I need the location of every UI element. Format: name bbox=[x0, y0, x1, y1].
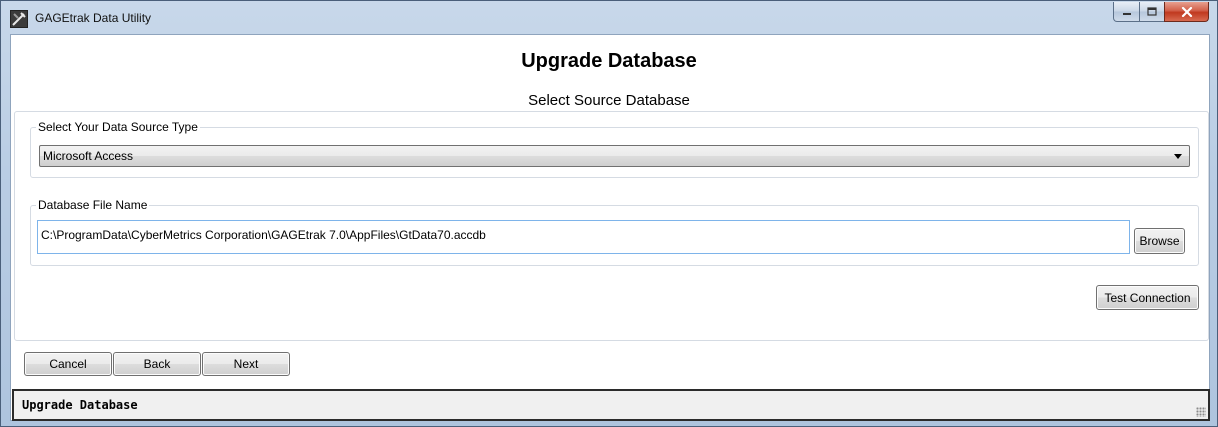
close-button[interactable] bbox=[1164, 2, 1209, 22]
app-tool-icon[interactable] bbox=[10, 10, 28, 28]
resize-grip-icon[interactable] bbox=[1196, 407, 1206, 417]
database-file-legend: Database File Name bbox=[38, 198, 148, 212]
data-source-type-select[interactable]: Microsoft Access bbox=[39, 145, 1190, 167]
chevron-down-icon bbox=[1174, 154, 1182, 159]
status-text: Upgrade Database bbox=[22, 398, 138, 412]
source-type-legend: Select Your Data Source Type bbox=[38, 120, 198, 134]
database-file-value: C:\ProgramData\CyberMetrics Corporation\… bbox=[41, 228, 486, 242]
maximize-icon bbox=[1147, 7, 1157, 16]
cancel-button[interactable]: Cancel bbox=[24, 352, 112, 376]
page-title: Upgrade Database bbox=[521, 50, 697, 72]
test-connection-button[interactable]: Test Connection bbox=[1096, 285, 1199, 310]
window-title: GAGEtrak Data Utility bbox=[35, 11, 152, 25]
database-file-field[interactable]: C:\ProgramData\CyberMetrics Corporation\… bbox=[37, 220, 1130, 254]
minimize-button[interactable] bbox=[1113, 2, 1140, 22]
next-button[interactable]: Next bbox=[202, 352, 290, 376]
status-bar: Upgrade Database bbox=[12, 389, 1210, 421]
minimize-icon bbox=[1122, 12, 1131, 15]
browse-button[interactable]: Browse bbox=[1134, 228, 1185, 254]
maximize-button[interactable] bbox=[1139, 2, 1165, 22]
close-icon bbox=[1181, 6, 1192, 17]
back-button[interactable]: Back bbox=[113, 352, 201, 376]
data-source-type-value: Microsoft Access bbox=[43, 149, 134, 163]
page-subtitle: Select Source Database bbox=[528, 92, 690, 109]
title-bar[interactable]: GAGEtrak Data Utility bbox=[1, 1, 1217, 35]
